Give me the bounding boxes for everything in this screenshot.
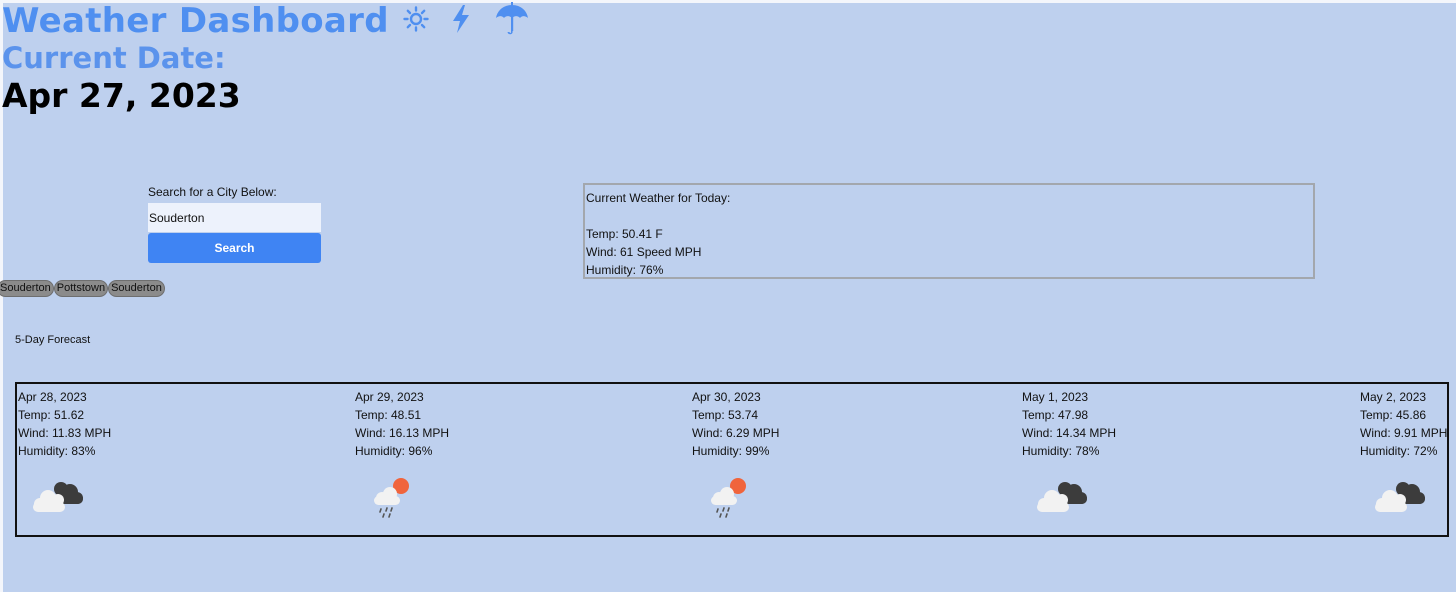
search-history: Souderton Pottstown Souderton (0, 280, 165, 297)
current-weather-panel: Current Weather for Today: Temp: 50.41 F… (583, 183, 1315, 279)
forecast-humidity: Humidity: 72% (1360, 444, 1438, 458)
forecast-wind: Wind: 14.34 MPH (1022, 426, 1117, 440)
current-weather-heading: Current Weather for Today: (586, 191, 731, 205)
umbrella-icon (495, 1, 529, 42)
rain-icon (711, 478, 746, 518)
current-date-label: Current Date: (2, 41, 226, 75)
current-temp: Temp: 50.41 F (586, 227, 663, 241)
forecast-date: Apr 28, 2023 (18, 390, 87, 404)
forecast-date: Apr 29, 2023 (355, 390, 424, 404)
broken-clouds-icon (1375, 482, 1425, 512)
forecast-card: Apr 28, 2023 Temp: 51.62 Wind: 11.83 MPH… (18, 388, 111, 521)
forecast-card: Apr 30, 2023 Temp: 53.74 Wind: 6.29 MPH … (692, 388, 779, 521)
forecast-temp: Temp: 48.51 (355, 408, 422, 422)
forecast-wind: Wind: 16.13 MPH (355, 426, 450, 440)
forecast-temp: Temp: 45.86 (1360, 408, 1427, 422)
forecast-date: May 2, 2023 (1360, 390, 1427, 404)
current-wind: Wind: 61 Speed MPH (586, 245, 702, 259)
header: Weather Dashboard (2, 0, 529, 42)
search-input[interactable] (148, 203, 321, 232)
broken-clouds-icon (33, 482, 83, 512)
search-label: Search for a City Below: (148, 185, 277, 199)
sun-icon (403, 5, 429, 37)
forecast-humidity: Humidity: 96% (355, 444, 433, 458)
history-button[interactable]: Souderton (108, 280, 165, 297)
forecast-date: May 1, 2023 (1022, 390, 1089, 404)
history-button[interactable]: Pottstown (53, 280, 109, 297)
current-date: Apr 27, 2023 (2, 76, 241, 115)
forecast-panel: Apr 28, 2023 Temp: 51.62 Wind: 11.83 MPH… (15, 382, 1449, 537)
forecast-label: 5-Day Forecast (15, 334, 91, 346)
history-button[interactable]: Souderton (0, 280, 54, 297)
forecast-card: May 1, 2023 Temp: 47.98 Wind: 14.34 MPH … (1022, 388, 1116, 521)
forecast-card: May 2, 2023 Temp: 45.86 Wind: 9.91 MPH H… (1360, 388, 1447, 521)
page-title: Weather Dashboard (2, 1, 389, 41)
current-humidity: Humidity: 76% (586, 263, 664, 277)
lightning-icon (451, 4, 471, 39)
forecast-wind: Wind: 9.91 MPH (1360, 426, 1448, 440)
forecast-wind: Wind: 6.29 MPH (692, 426, 780, 440)
broken-clouds-icon (1037, 482, 1087, 512)
forecast-temp: Temp: 51.62 (18, 408, 85, 422)
forecast-temp: Temp: 47.98 (1022, 408, 1089, 422)
forecast-date: Apr 30, 2023 (692, 390, 761, 404)
forecast-wind: Wind: 11.83 MPH (18, 426, 112, 440)
forecast-humidity: Humidity: 83% (18, 444, 96, 458)
forecast-temp: Temp: 53.74 (692, 408, 759, 422)
search-button[interactable]: Search (148, 233, 321, 263)
forecast-humidity: Humidity: 78% (1022, 444, 1100, 458)
forecast-card: Apr 29, 2023 Temp: 48.51 Wind: 16.13 MPH… (355, 388, 449, 521)
rain-icon (374, 478, 409, 518)
forecast-humidity: Humidity: 99% (692, 444, 770, 458)
